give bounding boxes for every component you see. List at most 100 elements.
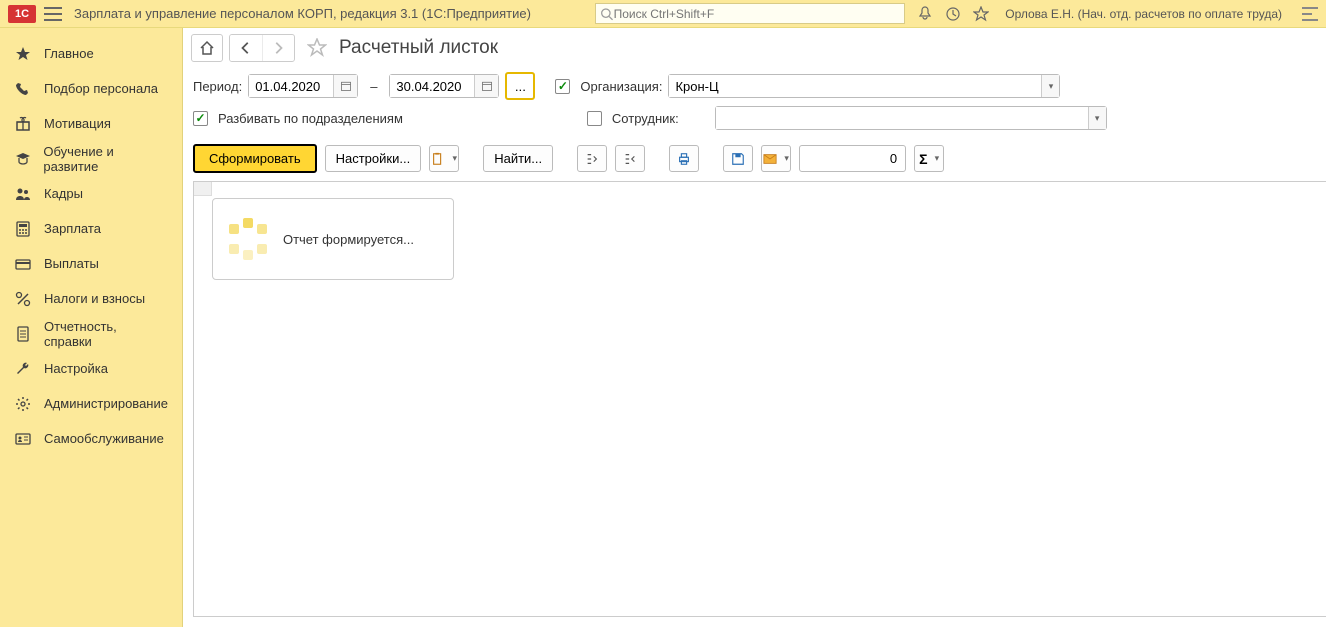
sidebar-item-settings[interactable]: Настройка <box>0 351 182 386</box>
star-filled-icon <box>14 45 32 63</box>
sidebar-item-training[interactable]: Обучение и развитие <box>0 141 182 176</box>
sidebar-item-recruiting[interactable]: Подбор персонала <box>0 71 182 106</box>
bell-icon[interactable] <box>917 6 933 22</box>
sidebar-item-label: Отчетность, справки <box>44 319 168 349</box>
search-icon <box>600 7 613 21</box>
chevron-down-icon[interactable]: ▾ <box>1088 107 1106 129</box>
date-to-field[interactable] <box>389 74 499 98</box>
collapse-icon <box>623 152 637 166</box>
paste-icon <box>431 152 445 166</box>
wrench-icon <box>14 360 32 378</box>
sidebar-item-label: Главное <box>44 46 94 61</box>
star-icon[interactable] <box>973 6 989 22</box>
emp-label: Сотрудник: <box>612 111 679 126</box>
gear-icon <box>14 395 32 413</box>
sigma-icon: Σ <box>919 151 927 167</box>
email-dropdown-button[interactable] <box>761 145 791 172</box>
loading-text: Отчет формируется... <box>283 232 414 247</box>
favorite-star-icon[interactable] <box>307 38 327 58</box>
emp-input[interactable] <box>716 107 1088 129</box>
back-button[interactable] <box>230 35 262 61</box>
calendar-icon[interactable] <box>474 75 498 97</box>
sidebar: Главное Подбор персонала Мотивация Обуче… <box>0 28 183 627</box>
calculator-icon <box>14 220 32 238</box>
sigma-dropdown-button[interactable]: Σ <box>914 145 944 172</box>
chevron-down-icon[interactable]: ▾ <box>1041 75 1059 97</box>
period-select-button[interactable]: ... <box>505 72 535 100</box>
settings-button[interactable]: Настройки... <box>325 145 422 172</box>
page-title: Расчетный листок <box>339 37 498 59</box>
main-area: Расчетный листок Период: – ... <box>183 28 1326 627</box>
sidebar-item-label: Мотивация <box>44 116 111 131</box>
split-label: Разбивать по подразделениям <box>218 111 403 126</box>
sidebar-item-personnel[interactable]: Кадры <box>0 176 182 211</box>
date-from-input[interactable] <box>249 75 333 97</box>
sidebar-item-label: Администрирование <box>44 396 168 411</box>
org-checkbox[interactable] <box>555 79 570 94</box>
sidebar-item-main[interactable]: Главное <box>0 36 182 71</box>
home-button[interactable] <box>191 34 223 62</box>
spinner-icon <box>227 218 269 260</box>
number-input[interactable] <box>799 145 906 172</box>
loading-panel: Отчет формируется... <box>212 198 454 280</box>
expand-button[interactable] <box>577 145 607 172</box>
page-header: Расчетный листок <box>183 28 1326 68</box>
form-button[interactable]: Сформировать <box>193 144 317 173</box>
org-input[interactable] <box>669 75 1041 97</box>
sidebar-item-salary[interactable]: Зарплата <box>0 211 182 246</box>
search-input[interactable] <box>614 7 901 21</box>
period-dash: – <box>370 79 377 94</box>
phone-icon <box>14 80 32 98</box>
percent-icon <box>14 290 32 308</box>
sidebar-item-payments[interactable]: Выплаты <box>0 246 182 281</box>
print-icon <box>677 152 691 166</box>
arrow-right-icon <box>271 41 285 55</box>
date-from-field[interactable] <box>248 74 358 98</box>
calendar-icon[interactable] <box>333 75 357 97</box>
emp-combo[interactable]: ▾ <box>715 106 1107 130</box>
report-area[interactable]: Отчет формируется... <box>193 181 1326 617</box>
sidebar-item-taxes[interactable]: Налоги и взносы <box>0 281 182 316</box>
org-label: Организация: <box>580 79 662 94</box>
sidebar-item-motivation[interactable]: Мотивация <box>0 106 182 141</box>
search-box[interactable] <box>595 3 905 24</box>
period-label: Период: <box>193 79 242 94</box>
panel-toggle-icon[interactable] <box>1302 7 1318 21</box>
print-button[interactable] <box>669 145 699 172</box>
sidebar-item-label: Настройка <box>44 361 108 376</box>
main-menu-icon[interactable] <box>44 7 62 21</box>
document-icon <box>14 325 32 343</box>
app-title: Зарплата и управление персоналом КОРП, р… <box>74 6 531 21</box>
sidebar-item-label: Обучение и развитие <box>43 144 168 174</box>
filters: Период: – ... Организация: ▾ <box>183 68 1326 140</box>
find-button[interactable]: Найти... <box>483 145 553 172</box>
forward-button[interactable] <box>262 35 294 61</box>
home-icon <box>199 40 215 56</box>
date-to-input[interactable] <box>390 75 474 97</box>
paste-dropdown-button[interactable] <box>429 145 459 172</box>
topbar: 1C Зарплата и управление персоналом КОРП… <box>0 0 1326 28</box>
people-icon <box>14 185 32 203</box>
sidebar-item-admin[interactable]: Администрирование <box>0 386 182 421</box>
sidebar-item-label: Самообслуживание <box>44 431 164 446</box>
save-button[interactable] <box>723 145 753 172</box>
arrow-left-icon <box>239 41 253 55</box>
sidebar-item-reports[interactable]: Отчетность, справки <box>0 316 182 351</box>
collapse-button[interactable] <box>615 145 645 172</box>
split-checkbox[interactable] <box>193 111 208 126</box>
history-icon[interactable] <box>945 6 961 22</box>
sidebar-item-label: Подбор персонала <box>44 81 158 96</box>
toolbar: Сформировать Настройки... Найти... Σ Еще… <box>183 140 1326 181</box>
user-label[interactable]: Орлова Е.Н. (Нач. отд. расчетов по оплат… <box>1005 7 1282 21</box>
wallet-icon <box>14 255 32 273</box>
org-combo[interactable]: ▾ <box>668 74 1060 98</box>
sidebar-item-label: Кадры <box>44 186 83 201</box>
save-icon <box>731 152 745 166</box>
sidebar-item-selfservice[interactable]: Самообслуживание <box>0 421 182 456</box>
nav-group <box>229 34 295 62</box>
emp-checkbox[interactable] <box>587 111 602 126</box>
graduation-icon <box>14 150 31 168</box>
sidebar-item-label: Выплаты <box>44 256 99 271</box>
logo-1c: 1C <box>8 5 36 23</box>
expand-icon <box>585 152 599 166</box>
